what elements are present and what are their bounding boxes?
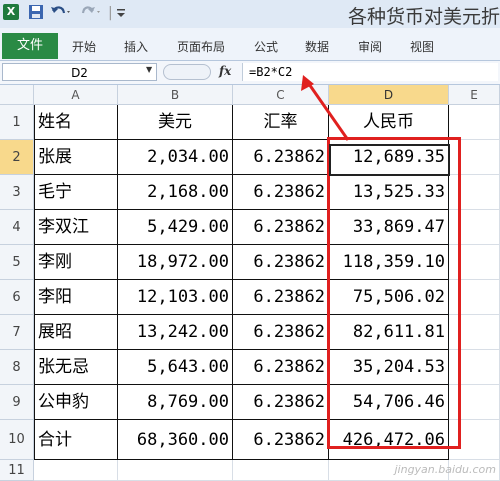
annotation-arrow — [301, 75, 350, 141]
watermark: jingyan.baidu.com — [394, 463, 496, 476]
